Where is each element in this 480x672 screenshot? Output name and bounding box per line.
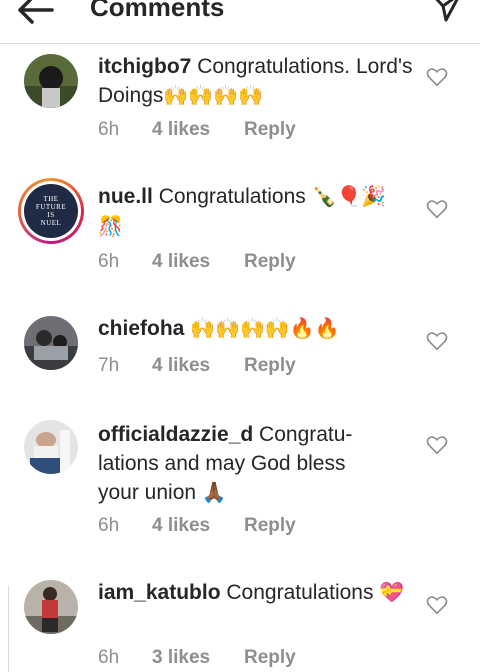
avatar-logo: THE FUTURE IS NUEL xyxy=(24,184,78,238)
comment-item: officialdazzie_d Congratu-lations and ma… xyxy=(0,412,480,552)
comments-header: Comments xyxy=(0,0,480,44)
comment-username[interactable]: iam_katublo xyxy=(98,581,221,604)
comment-time: 7h xyxy=(98,355,120,376)
comment-time: 6h xyxy=(98,647,120,668)
heart-icon[interactable] xyxy=(426,66,448,88)
avatar[interactable]: THE FUTURE IS NUEL xyxy=(18,178,84,244)
comment-emoji: 💝 xyxy=(379,582,405,604)
comment-time: 6h xyxy=(98,119,120,140)
comment-text: chiefoha 🙌🙌🙌🙌🔥🔥 xyxy=(98,314,418,344)
comment-likes[interactable]: 3 likes xyxy=(152,646,210,670)
comment-emoji: 🙌🙌🙌🙌🔥🔥 xyxy=(190,318,340,340)
input-edge xyxy=(0,586,9,672)
avatar-logo-line: THE xyxy=(43,195,59,203)
comment-item: itchigbo7 Congratulations. Lord's Doings… xyxy=(0,48,480,168)
avatar[interactable] xyxy=(24,54,78,108)
comment-likes[interactable]: 4 likes xyxy=(152,118,210,142)
reply-button[interactable]: Reply xyxy=(244,118,296,142)
back-arrow-icon[interactable] xyxy=(14,0,58,32)
comment-username[interactable]: chiefoha xyxy=(98,317,184,340)
comment-body: Congratulations xyxy=(158,185,306,208)
avatar[interactable] xyxy=(24,420,78,474)
comment-text: nue.ll Congratulations 🍾🎈🎉🎊 xyxy=(98,182,408,242)
comment-username[interactable]: nue.ll xyxy=(98,185,153,208)
comment-body: Congratulations xyxy=(226,581,374,604)
avatar-logo-line: NUEL xyxy=(40,219,62,227)
comment-likes[interactable]: 4 likes xyxy=(152,354,210,378)
avatar[interactable] xyxy=(24,316,78,370)
comment-emoji: 🙏🏾 xyxy=(201,482,227,504)
comment-emoji: 🙌🙌🙌🙌 xyxy=(163,85,263,107)
comment-text: itchigbo7 Congratulations. Lord's Doings… xyxy=(98,52,418,111)
reply-button[interactable]: Reply xyxy=(244,646,296,670)
reply-button[interactable]: Reply xyxy=(244,250,296,274)
comment-likes[interactable]: 4 likes xyxy=(152,514,210,538)
comment-item: chiefoha 🙌🙌🙌🙌🔥🔥 7h 4 likes Reply xyxy=(0,308,480,398)
comment-text: iam_katublo Congratulations 💝 xyxy=(98,578,408,608)
heart-icon[interactable] xyxy=(426,330,448,352)
avatar-logo-line: IS xyxy=(47,211,55,219)
comment-likes[interactable]: 4 likes xyxy=(152,250,210,274)
comment-item: THE FUTURE IS NUEL nue.ll Congratulation… xyxy=(0,176,480,296)
avatar-ring-inner: THE FUTURE IS NUEL xyxy=(21,181,81,241)
avatar-logo-line: FUTURE xyxy=(35,203,67,211)
reply-button[interactable]: Reply xyxy=(244,354,296,378)
comment-username[interactable]: officialdazzie_d xyxy=(98,423,253,446)
heart-icon[interactable] xyxy=(426,594,448,616)
reply-button[interactable]: Reply xyxy=(244,514,296,538)
comment-username[interactable]: itchigbo7 xyxy=(98,55,191,78)
comment-time: 6h xyxy=(98,251,120,272)
heart-icon[interactable] xyxy=(426,434,448,456)
page-title: Comments xyxy=(90,0,225,22)
comment-item: iam_katublo Congratulations 💝 6h 3 likes… xyxy=(0,574,480,672)
send-icon[interactable] xyxy=(428,0,464,26)
comment-text: officialdazzie_d Congratu-lations and ma… xyxy=(98,420,388,508)
avatar[interactable] xyxy=(24,580,78,634)
comment-time: 6h xyxy=(98,515,120,536)
heart-icon[interactable] xyxy=(426,198,448,220)
